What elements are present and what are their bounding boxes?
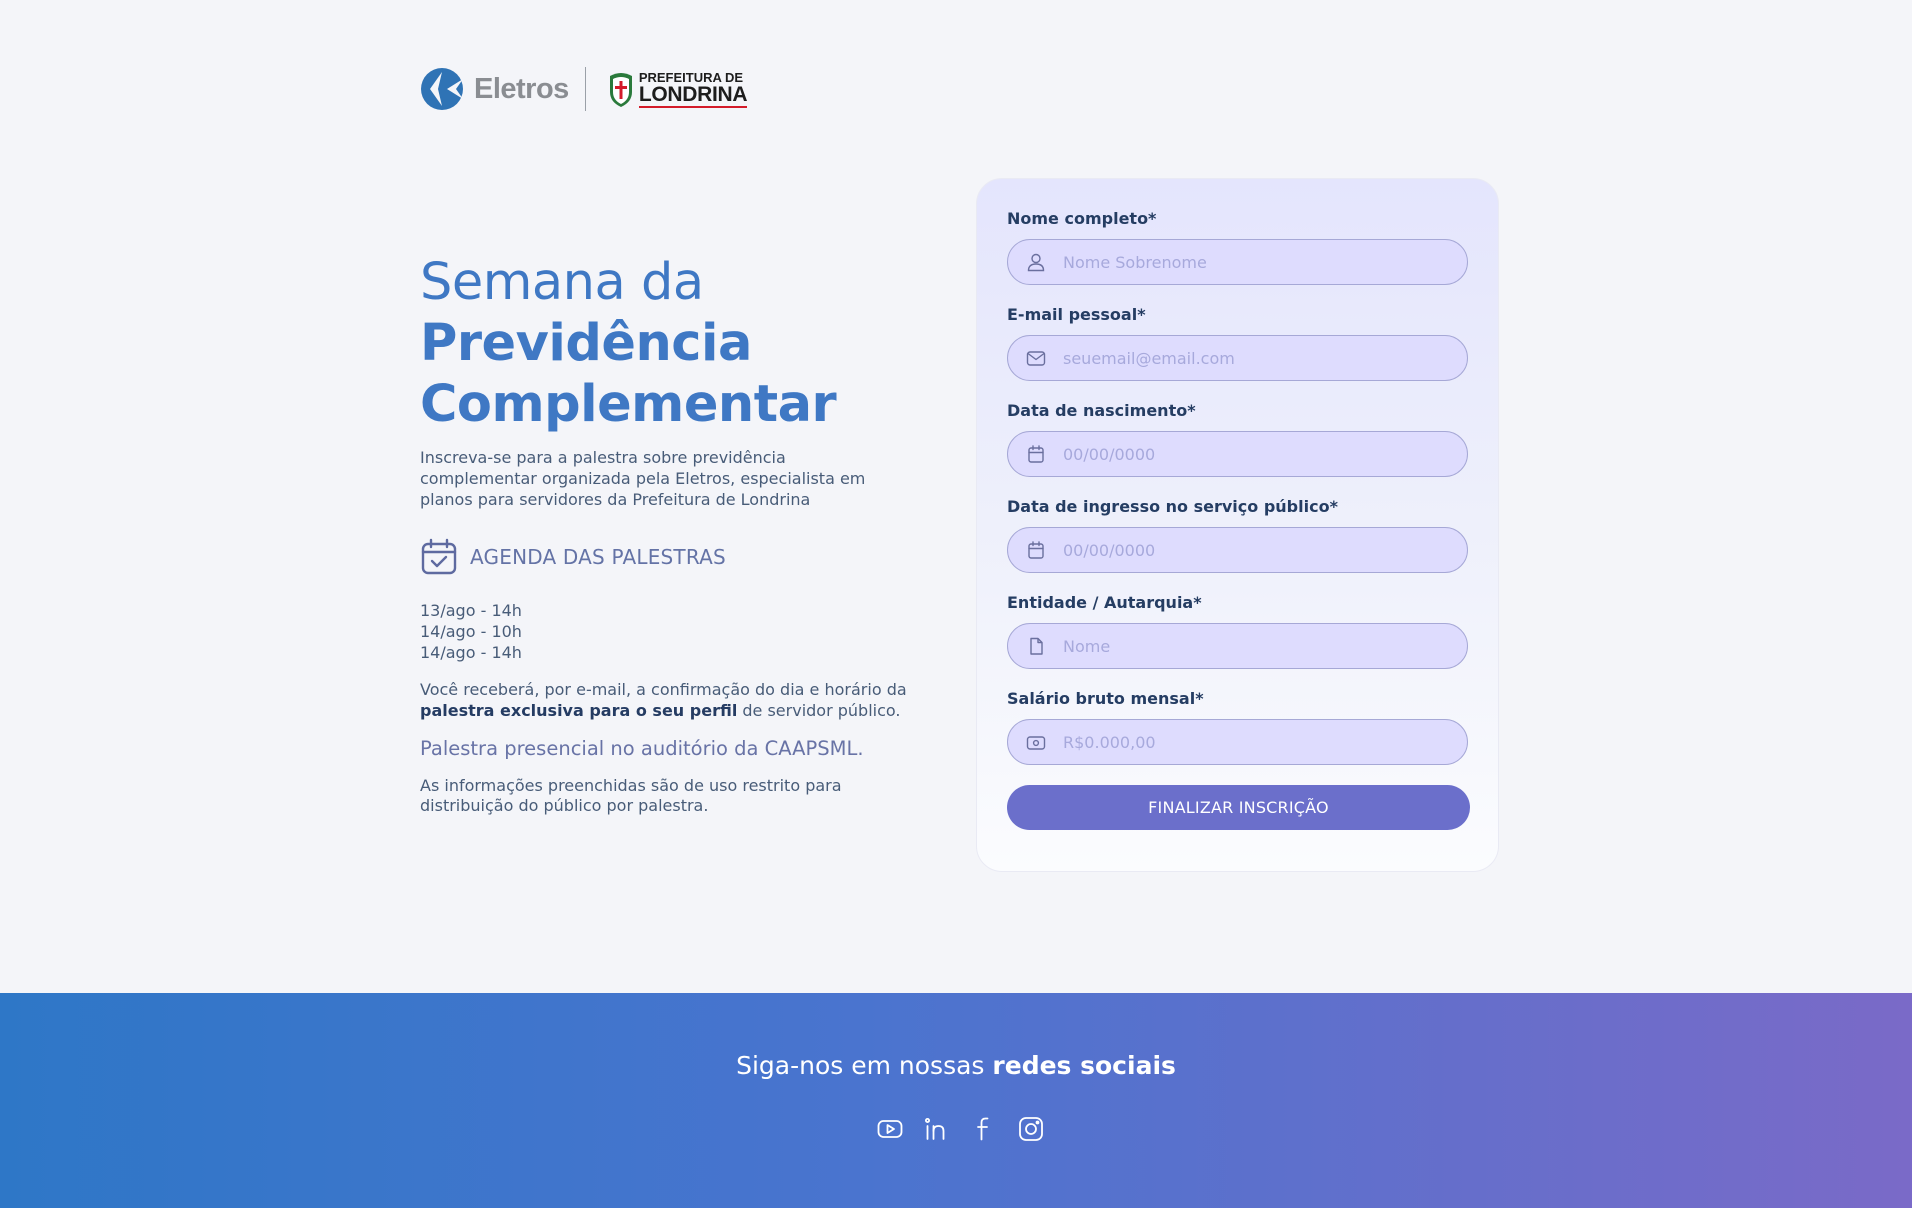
submit-button[interactable]: FINALIZAR INSCRIÇÃO: [1007, 785, 1470, 830]
hero-section: Semana da Previdência Complementar Inscr…: [420, 252, 907, 816]
field-label: Data de ingresso no serviço público*: [1007, 497, 1338, 516]
linkedin-link[interactable]: [923, 1115, 951, 1143]
page-title: Semana da Previdência Complementar: [420, 252, 900, 435]
entidade-input[interactable]: [1063, 636, 1463, 656]
agenda-date: 14/ago - 10h: [420, 622, 522, 641]
intro-text: Inscreva-se para a palestra sobre previd…: [420, 448, 866, 509]
confirmation-bold: palestra exclusiva para o seu perfil: [420, 701, 738, 720]
salario-input-wrap[interactable]: [1007, 719, 1468, 765]
facebook-icon: [977, 1117, 989, 1141]
field-email: E-mail pessoal*: [1007, 305, 1468, 381]
email-input[interactable]: [1063, 348, 1463, 368]
nome-input-wrap[interactable]: [1007, 239, 1468, 285]
logo-divider: [584, 67, 586, 111]
field-label: Data de nascimento*: [1007, 401, 1196, 420]
field-nome: Nome completo*: [1007, 209, 1468, 285]
field-ingresso: Data de ingresso no serviço público*: [1007, 497, 1468, 573]
field-label: E-mail pessoal*: [1007, 305, 1146, 324]
social-links: [876, 1115, 1045, 1143]
field-nascimento: Data de nascimento*: [1007, 401, 1468, 477]
registration-form: Nome completo* E-mail pessoal* Data de n…: [976, 178, 1499, 872]
field-label: Entidade / Autarquia*: [1007, 593, 1202, 612]
confirmation-text: Você receberá, por e-mail, a confirmação…: [420, 680, 907, 720]
instagram-link[interactable]: [1017, 1115, 1045, 1143]
field-salario: Salário bruto mensal*: [1007, 689, 1468, 765]
partner-logo: PREFEITURA DE LONDRINA: [606, 69, 748, 108]
agenda-dates: 13/ago - 14h 14/ago - 10h 14/ago - 14h: [420, 600, 900, 663]
nome-input[interactable]: [1063, 252, 1463, 272]
field-label: Salário bruto mensal*: [1007, 689, 1204, 708]
footer: Siga-nos em nossas redes sociais: [0, 993, 1912, 1208]
londrina-seal-icon: [609, 73, 632, 107]
email-input-wrap[interactable]: [1007, 335, 1468, 381]
calendar-check-icon: [421, 538, 457, 575]
document-icon: [1030, 637, 1043, 655]
calendar-icon: [1028, 445, 1044, 463]
facebook-link[interactable]: [970, 1115, 998, 1143]
ingresso-input-wrap[interactable]: [1007, 527, 1468, 573]
agenda-title: AGENDA DAS PALESTRAS: [470, 545, 726, 569]
agenda-date: 14/ago - 14h: [420, 643, 522, 662]
instagram-icon: [1019, 1117, 1043, 1141]
linkedin-icon: [925, 1118, 945, 1140]
header-logos: Eletros PREFEITURA DE LONDRINA: [420, 66, 748, 112]
field-entidade: Entidade / Autarquia*: [1007, 593, 1468, 669]
salario-input[interactable]: [1063, 732, 1463, 752]
partner-top-text: PREFEITURA DE: [638, 69, 744, 85]
nascimento-input-wrap[interactable]: [1007, 431, 1468, 477]
user-icon: [1027, 253, 1045, 272]
nascimento-input[interactable]: [1063, 444, 1463, 464]
agenda-date: 13/ago - 14h: [420, 601, 522, 620]
footer-title: Siga-nos em nossas redes sociais: [736, 1051, 1176, 1080]
youtube-icon: [877, 1120, 903, 1138]
eletros-logo-mark: [421, 68, 463, 110]
agenda-header: AGENDA DAS PALESTRAS: [420, 538, 900, 576]
envelope-icon: [1026, 351, 1046, 366]
money-icon: [1026, 736, 1046, 750]
brand-name: Eletros: [474, 72, 569, 105]
privacy-note: As informações preenchidas são de uso re…: [420, 776, 842, 815]
entidade-input-wrap[interactable]: [1007, 623, 1468, 669]
title-line-2: Previdência: [420, 314, 752, 373]
field-label: Nome completo*: [1007, 209, 1157, 228]
presencial-text: Palestra presencial no auditório da CAAP…: [420, 737, 864, 760]
youtube-link[interactable]: [876, 1115, 904, 1143]
calendar-icon: [1028, 541, 1044, 559]
title-line-3: Complementar: [420, 375, 837, 434]
partner-bottom-text: LONDRINA: [638, 82, 748, 108]
ingresso-input[interactable]: [1063, 540, 1463, 560]
title-line-1: Semana da: [420, 253, 704, 312]
